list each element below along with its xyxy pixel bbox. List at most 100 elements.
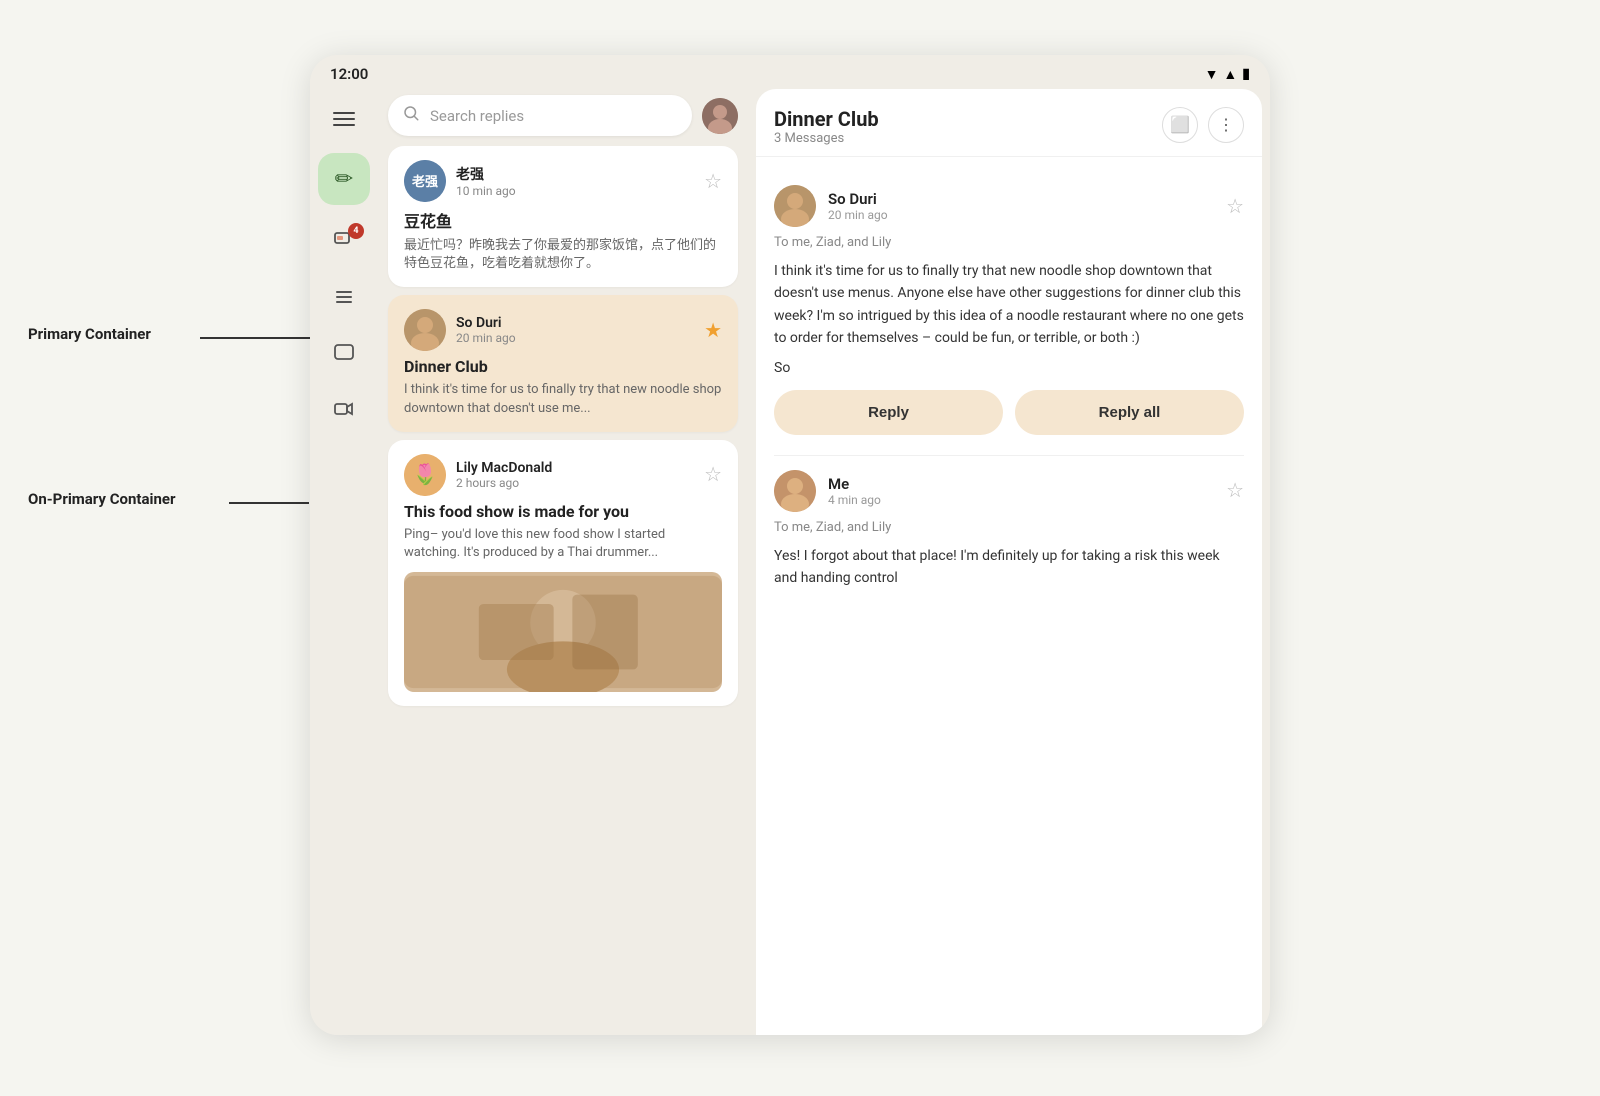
email-card-1-time: 10 min ago: [456, 184, 516, 198]
video-icon: [332, 397, 356, 425]
message-card-1-body: I think it's time for us to finally try …: [774, 260, 1244, 350]
detail-title: Dinner Club: [774, 107, 879, 131]
email-card-3-image: [404, 572, 722, 692]
pencil-icon: ✏: [335, 167, 353, 192]
expand-icon: ⬜: [1170, 115, 1190, 135]
message-card-2-sender-info: Me 4 min ago: [828, 475, 881, 507]
email-card-1-sender-row: 老强 老强 10 min ago: [404, 160, 516, 202]
message-card-2-time: 4 min ago: [828, 493, 881, 507]
message-card-2-header: Me 4 min ago ☆: [774, 470, 1244, 512]
svg-text:老强: 老强: [411, 174, 438, 189]
search-icon: [402, 104, 420, 127]
message-card-1-time: 20 min ago: [828, 208, 888, 222]
sidebar-item-photos[interactable]: 4: [320, 219, 368, 267]
email-card-3-header: 🌷 Lily MacDonald 2 hours ago ☆: [404, 454, 722, 496]
hamburger-icon: [333, 112, 355, 126]
detail-title-area: Dinner Club 3 Messages: [774, 107, 879, 146]
message-card-1-signature: So: [774, 360, 1244, 376]
message-card-1-sender-info: So Duri 20 min ago: [828, 190, 888, 222]
search-bar-row: Search replies: [378, 89, 748, 146]
message-card-1-sender-name: So Duri: [828, 190, 888, 208]
email-card-1-header: 老强 老强 10 min ago ☆: [404, 160, 722, 202]
message-card-1: So Duri 20 min ago ☆ To me, Ziad, and Li…: [774, 171, 1244, 456]
message-card-1-avatar: [774, 185, 816, 227]
status-icons: ▼ ▲ ▮: [1205, 66, 1250, 83]
more-icon: ⋮: [1218, 115, 1234, 135]
message-card-2-sender-name: Me: [828, 475, 881, 493]
email-card-3-time: 2 hours ago: [456, 476, 552, 490]
email-card-1-avatar: 老强: [404, 160, 446, 202]
outer-container: Primary Container On-Primary Container 1…: [0, 0, 1600, 1096]
detail-more-button[interactable]: ⋮: [1208, 107, 1244, 143]
email-card-3-sender-name: Lily MacDonald: [456, 460, 552, 476]
user-avatar[interactable]: [702, 98, 738, 134]
detail-subtitle: 3 Messages: [774, 131, 879, 146]
detail-panel: Dinner Club 3 Messages ⬜ ⋮: [756, 89, 1262, 1035]
message-card-2-star-button[interactable]: ☆: [1226, 478, 1244, 503]
sidebar-item-video[interactable]: [320, 387, 368, 435]
battery-icon: ▮: [1242, 66, 1250, 82]
email-card-1[interactable]: 老强 老强 10 min ago ☆ 豆花鱼 最近忙吗？: [388, 146, 738, 287]
wifi-icon: ▼: [1205, 66, 1219, 83]
status-bar: 12:00 ▼ ▲ ▮: [310, 55, 1270, 89]
email-card-3-star-button[interactable]: ☆: [704, 462, 722, 487]
signal-icon: ▲: [1223, 66, 1237, 83]
message-card-2-avatar: [774, 470, 816, 512]
chat-icon: [332, 341, 356, 369]
email-card-3[interactable]: 🌷 Lily MacDonald 2 hours ago ☆ This foo: [388, 440, 738, 706]
status-time: 12:00: [330, 65, 368, 83]
message-card-2-sender-row: Me 4 min ago: [774, 470, 881, 512]
detail-expand-button[interactable]: ⬜: [1162, 107, 1198, 143]
detail-messages: So Duri 20 min ago ☆ To me, Ziad, and Li…: [756, 157, 1262, 1035]
email-card-2[interactable]: So Duri 20 min ago ★ Dinner Club I think…: [388, 295, 738, 431]
compose-fab[interactable]: ✏: [318, 153, 370, 205]
svg-text:🌷: 🌷: [413, 462, 438, 486]
email-card-1-preview: 最近忙吗？昨晚我去了你最爱的那家饭馆，点了他们的特色豆花鱼，吃着吃着就想你了。: [404, 237, 722, 273]
email-card-2-preview: I think it's time for us to finally try …: [404, 381, 722, 417]
email-list: 老强 老强 10 min ago ☆ 豆花鱼 最近忙吗？: [378, 146, 748, 1035]
email-card-3-sender-row: 🌷 Lily MacDonald 2 hours ago: [404, 454, 552, 496]
message-card-1-star-button[interactable]: ☆: [1226, 194, 1244, 219]
email-list-panel: Search replies: [378, 89, 748, 1035]
reply-all-button[interactable]: Reply all: [1015, 390, 1244, 435]
message-card-1-header: So Duri 20 min ago ☆: [774, 185, 1244, 227]
email-card-2-time: 20 min ago: [456, 331, 516, 345]
reply-actions: Reply Reply all: [774, 376, 1244, 441]
search-bar[interactable]: Search replies: [388, 95, 692, 136]
email-card-2-sender-row: So Duri 20 min ago: [404, 309, 516, 351]
sidebar-item-list[interactable]: [320, 275, 368, 323]
message-card-2-to: To me, Ziad, and Lily: [774, 520, 1244, 535]
email-card-1-sender-name: 老强: [456, 164, 516, 184]
email-card-1-subject: 豆花鱼: [404, 208, 722, 232]
list-icon: [332, 285, 356, 313]
annotation-primary-line: [200, 337, 310, 339]
email-card-2-sender-name: So Duri: [456, 315, 516, 331]
reply-button[interactable]: Reply: [774, 390, 1003, 435]
message-card-1-sender-row: So Duri 20 min ago: [774, 185, 888, 227]
email-card-2-header: So Duri 20 min ago ★: [404, 309, 722, 351]
email-card-2-avatar: [404, 309, 446, 351]
sidebar: ✏ 4: [310, 89, 378, 1035]
email-card-3-preview: Ping– you'd love this new food show I st…: [404, 526, 722, 562]
detail-header-actions: ⬜ ⋮: [1162, 107, 1244, 143]
sidebar-hamburger-button[interactable]: [324, 99, 364, 139]
message-card-2: Me 4 min ago ☆ To me, Ziad, and Lily Yes…: [774, 456, 1244, 604]
device-frame: 12:00 ▼ ▲ ▮ ✏: [310, 55, 1270, 1035]
annotation-onprimary-line: [229, 502, 309, 504]
email-card-1-sender-info: 老强 10 min ago: [456, 164, 516, 198]
email-card-3-avatar: 🌷: [404, 454, 446, 496]
photos-badge: 4: [348, 223, 364, 239]
annotation-primary-container-label: Primary Container: [28, 325, 151, 343]
detail-header: Dinner Club 3 Messages ⬜ ⋮: [756, 89, 1262, 157]
email-card-3-subject: This food show is made for you: [404, 502, 722, 521]
email-card-1-star-button[interactable]: ☆: [704, 169, 722, 194]
email-card-2-star-button[interactable]: ★: [704, 318, 722, 343]
search-placeholder-text: Search replies: [430, 107, 524, 125]
message-card-1-to: To me, Ziad, and Lily: [774, 235, 1244, 250]
main-content: ✏ 4: [310, 89, 1270, 1035]
annotation-onprimary-container-label: On-Primary Container: [28, 490, 175, 508]
email-card-2-subject: Dinner Club: [404, 357, 722, 376]
email-card-3-sender-info: Lily MacDonald 2 hours ago: [456, 460, 552, 490]
email-card-2-sender-info: So Duri 20 min ago: [456, 315, 516, 345]
sidebar-item-chat[interactable]: [320, 331, 368, 379]
